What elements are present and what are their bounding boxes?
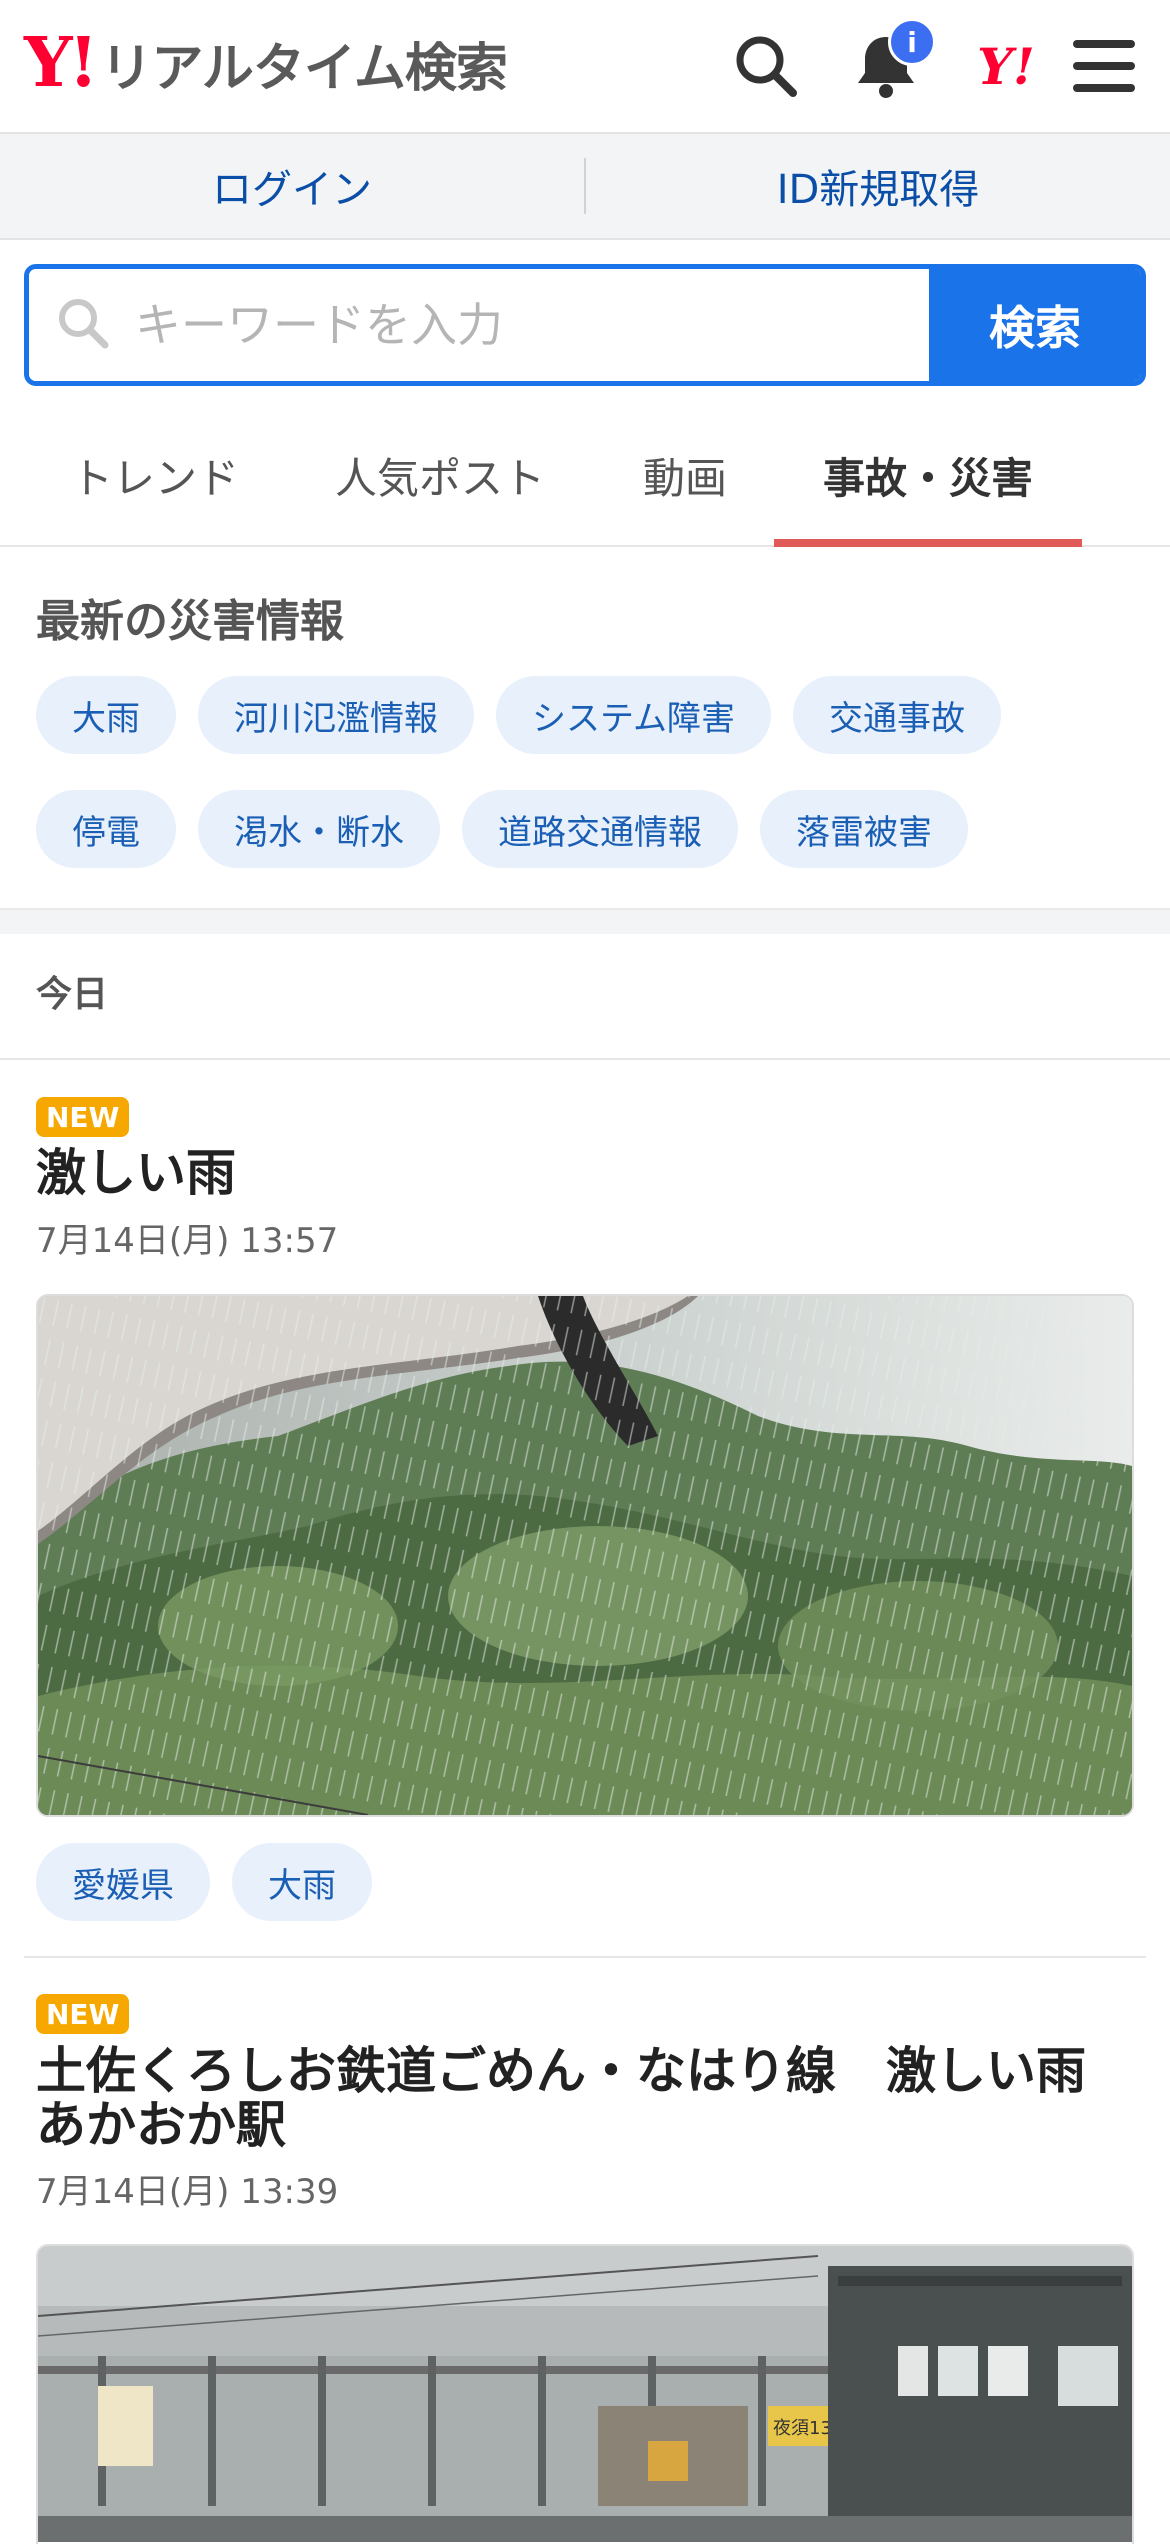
notification-bell-icon[interactable]: i bbox=[848, 18, 936, 104]
yahoo-mark: Y! bbox=[977, 36, 1035, 96]
post-date: 7月14日(月) 13:39 bbox=[36, 2172, 339, 2212]
tag-ehime[interactable]: 愛媛県 bbox=[36, 1843, 210, 1921]
chip-system-failure[interactable]: システム障害 bbox=[496, 676, 771, 754]
search-input[interactable] bbox=[133, 297, 837, 353]
yahoo-japan-icon[interactable]: Y! bbox=[968, 28, 1044, 104]
disaster-chips-row2: 停電 渇水・断水 道路交通情報 落雷被害 bbox=[36, 790, 990, 868]
tab-video[interactable]: 動画 bbox=[620, 405, 750, 545]
post-title-line1: 土佐くろしお鉄道ごめん・なはり線 激しい雨 bbox=[36, 2042, 1086, 2100]
today-divider bbox=[0, 1058, 1170, 1060]
post-image-heavy-rain[interactable] bbox=[36, 1294, 1134, 1817]
chip-road-traffic[interactable]: 道路交通情報 bbox=[462, 790, 738, 868]
new-badge: NEW bbox=[36, 1994, 130, 2034]
new-badge: NEW bbox=[36, 1097, 130, 1137]
tab-trend[interactable]: トレンド bbox=[40, 405, 270, 545]
search-field[interactable] bbox=[29, 269, 929, 381]
app-header: Y! リアルタイム検索 i Y! bbox=[0, 0, 1170, 134]
search-box: 検索 bbox=[24, 264, 1146, 386]
chip-lightning-damage[interactable]: 落雷被害 bbox=[760, 790, 968, 868]
menu-icon[interactable] bbox=[1066, 28, 1142, 104]
chip-power-outage[interactable]: 停電 bbox=[36, 790, 176, 868]
chip-river-flood[interactable]: 河川氾濫情報 bbox=[198, 676, 474, 754]
tag-heavy-rain[interactable]: 大雨 bbox=[232, 1843, 372, 1921]
disaster-chips-row1: 大雨 河川氾濫情報 システム障害 交通事故 bbox=[36, 676, 1023, 754]
chip-traffic-accident[interactable]: 交通事故 bbox=[792, 676, 1001, 754]
yahoo-realtime-logo[interactable]: Y! リアルタイム検索 bbox=[24, 23, 508, 103]
logo-mark: Y! bbox=[24, 23, 98, 103]
notification-badge: i bbox=[888, 18, 936, 66]
chip-heavy-rain[interactable]: 大雨 bbox=[36, 676, 176, 754]
post-title-line2: あかおか駅 bbox=[36, 2096, 286, 2154]
post-title[interactable]: 激しい雨 bbox=[36, 1146, 1136, 1200]
auth-bar: ログイン ID新規取得 bbox=[0, 134, 1170, 240]
post-date: 7月14日(月) 13:57 bbox=[36, 1221, 339, 1261]
search-button[interactable]: 検索 bbox=[929, 269, 1141, 381]
search-field-icon bbox=[55, 295, 111, 355]
chip-water-shortage[interactable]: 渇水・断水 bbox=[198, 790, 440, 868]
post-image-akaoka-station[interactable]: 夜須132 bbox=[36, 2244, 1134, 2544]
section-gap bbox=[0, 908, 1170, 934]
tab-accident-disaster[interactable]: 事故・災害 bbox=[774, 405, 1082, 547]
post-title[interactable]: 土佐くろしお鉄道ごめん・なはり線 激しい雨 あかおか駅 bbox=[36, 2044, 1136, 2152]
login-link[interactable]: ログイン bbox=[0, 157, 584, 215]
post-divider bbox=[24, 1956, 1146, 1958]
today-label: 今日 bbox=[36, 974, 109, 1015]
tab-popular-posts[interactable]: 人気ポスト bbox=[320, 405, 560, 545]
disaster-section-title: 最新の災害情報 bbox=[36, 596, 344, 647]
category-tabs: トレンド 人気ポスト 動画 事故・災害 bbox=[0, 405, 1170, 547]
post-tags: 愛媛県 大雨 bbox=[36, 1843, 394, 1921]
register-link[interactable]: ID新規取得 bbox=[586, 157, 1170, 215]
search-icon[interactable] bbox=[728, 28, 804, 104]
logo-text: リアルタイム検索 bbox=[100, 38, 507, 99]
